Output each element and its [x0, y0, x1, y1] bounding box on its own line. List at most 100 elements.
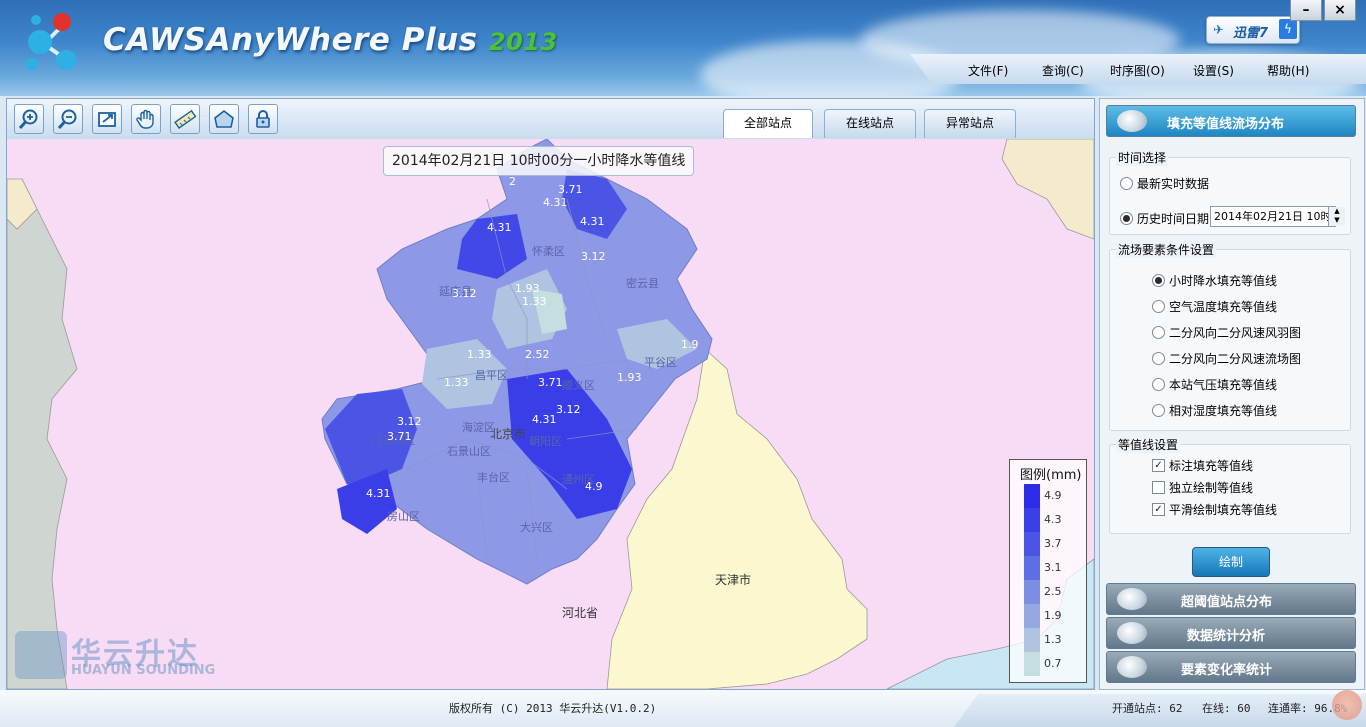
radio-element-option[interactable]	[1152, 404, 1165, 417]
legend-title: 图例(mm)	[1020, 468, 1082, 483]
menu-timeseries[interactable]: 时序图(O)	[1110, 62, 1165, 79]
minimize-button[interactable]: –	[1290, 0, 1322, 21]
radio-element-option[interactable]	[1152, 300, 1165, 313]
menu-query[interactable]: 查询(C)	[1042, 62, 1084, 79]
tab-online-stations[interactable]: 在线站点	[824, 109, 916, 138]
radio-element-label: 本站气压填充等值线	[1169, 378, 1278, 392]
contour-value: 4.31	[532, 413, 557, 426]
legend-value: 0.7	[1044, 657, 1062, 670]
thunder-badge[interactable]: ✈ 迅雷7 ϟ	[1206, 16, 1300, 44]
legend-item: 1.9	[1024, 604, 1082, 628]
place-label: 石景山区	[447, 445, 491, 458]
section-threshold-stations[interactable]: 超阈值站点分布	[1106, 583, 1356, 615]
map-toolbar: 全部站点 在线站点 异常站点	[7, 99, 1094, 140]
radio-history-label: 历史时间日期	[1137, 212, 1210, 226]
copyright-text: 版权所有 (C) 2013 华云升达(V1.0.2)	[449, 702, 657, 715]
pan-hand-icon[interactable]	[131, 104, 161, 134]
place-label: 北京市	[490, 426, 526, 441]
place-label: 河北省	[562, 606, 598, 620]
section-data-statistics[interactable]: 数据统计分析	[1106, 617, 1356, 649]
contour-value: 3.71	[538, 376, 563, 389]
contour-value: 4.31	[580, 215, 605, 228]
app-title: CAWSAnyWhere Plus 2013	[103, 22, 558, 58]
checkbox-label: 平滑绘制填充等值线	[1169, 503, 1278, 517]
contour-value: 1.93	[515, 282, 540, 295]
watermark-en: HUAYUN SOUNDING	[71, 663, 216, 678]
legend-swatch	[1024, 604, 1040, 628]
legend-value: 3.1	[1044, 561, 1062, 574]
app-title-text: CAWSAnyWhere Plus	[103, 22, 478, 58]
contour-value: 1.33	[467, 348, 492, 361]
map-title: 2014年02月21日 10时00分一小时降水等值线	[383, 146, 695, 176]
zoom-in-icon[interactable]	[14, 104, 44, 134]
ruler-icon[interactable]	[170, 104, 200, 134]
tab-abnormal-stations[interactable]: 异常站点	[924, 109, 1016, 138]
section-contour-flow[interactable]: 填充等值线流场分布	[1106, 105, 1356, 137]
contour-value: 3.71	[387, 430, 412, 443]
radio-element-option[interactable]	[1152, 326, 1165, 339]
radio-element-option[interactable]	[1152, 378, 1165, 391]
contour-value: 4.31	[366, 487, 391, 500]
watermark-logo-icon	[15, 631, 67, 679]
close-button[interactable]: ×	[1324, 0, 1356, 21]
contour-value: 3.12	[452, 287, 477, 300]
menu-help[interactable]: 帮助(H)	[1267, 62, 1309, 79]
legend-value: 2.5	[1044, 585, 1062, 598]
time-group-title: 时间选择	[1116, 149, 1169, 166]
swirl-icon	[1117, 110, 1147, 132]
place-label: 海淀区	[462, 420, 495, 434]
radio-element-label: 二分风向二分风速流场图	[1169, 352, 1302, 366]
radio-latest[interactable]	[1120, 177, 1133, 190]
radio-element-label: 空气温度填充等值线	[1169, 300, 1278, 314]
contour-value: 1.33	[522, 295, 547, 308]
home-icon[interactable]	[209, 104, 239, 134]
checkbox-label-contour[interactable]: ✓	[1152, 459, 1165, 472]
place-label: 密云县	[626, 276, 659, 290]
place-label: 大兴区	[520, 520, 553, 534]
checkbox-smooth-contour[interactable]: ✓	[1152, 503, 1165, 516]
legend-item: 1.3	[1024, 628, 1082, 652]
contour-value: 1.9	[681, 338, 699, 351]
place-label: 房山区	[387, 510, 420, 523]
legend-value: 4.9	[1044, 489, 1062, 502]
map-panel: 全部站点 在线站点 异常站点 天津市 河北省 北京市 昌平区 平谷区 密云县 顺…	[6, 98, 1095, 690]
resize-grip-icon[interactable]	[1332, 690, 1362, 720]
bird-icon: ✈	[1213, 23, 1224, 38]
radio-history[interactable]	[1120, 212, 1133, 225]
legend-value: 1.9	[1044, 609, 1062, 622]
zoom-out-icon[interactable]	[53, 104, 83, 134]
menu-settings[interactable]: 设置(S)	[1193, 62, 1234, 79]
swirl-icon	[1117, 588, 1147, 610]
legend-item: 3.1	[1024, 556, 1082, 580]
checkbox-independent-contour[interactable]	[1152, 481, 1165, 494]
checkbox-label: 独立绘制等值线	[1169, 481, 1254, 495]
place-label: 丰台区	[477, 470, 510, 484]
section-change-rate[interactable]: 要素变化率统计	[1106, 651, 1356, 683]
app-title-year: 2013	[488, 28, 558, 56]
lock-icon[interactable]	[248, 104, 278, 134]
checkbox-label: 标注填充等值线	[1169, 459, 1254, 473]
menu-file[interactable]: 文件(F)	[968, 62, 1008, 79]
radio-element-label: 小时降水填充等值线	[1169, 274, 1278, 288]
draw-button[interactable]: 绘制	[1192, 547, 1270, 577]
place-label: 昌平区	[475, 369, 508, 382]
history-date-input[interactable]: 2014年02月21日 10时	[1210, 206, 1336, 227]
radio-element-option[interactable]	[1152, 274, 1165, 287]
place-label: 天津市	[715, 572, 751, 587]
legend-item: 2.5	[1024, 580, 1082, 604]
place-label: 平谷区	[644, 356, 677, 369]
radio-element-label: 二分风向二分风速风羽图	[1169, 326, 1302, 340]
radio-element-option[interactable]	[1152, 352, 1165, 365]
date-spinner[interactable]: ▲ ▼	[1328, 207, 1345, 226]
full-extent-icon[interactable]	[92, 104, 122, 134]
radio-latest-label: 最新实时数据	[1137, 177, 1210, 191]
swirl-icon	[1117, 656, 1147, 678]
radio-element-label: 相对湿度填充等值线	[1169, 404, 1278, 418]
legend-swatch	[1024, 508, 1040, 532]
map-legend: 图例(mm) 4.9 4.3 3.7 3.1 2.5 1.9 1.3 0.7	[1009, 459, 1087, 683]
contour-value: 3.12	[397, 415, 422, 428]
contour-value: 3.12	[556, 403, 581, 416]
contour-value: 3.71	[558, 183, 583, 196]
tab-all-stations[interactable]: 全部站点	[723, 109, 813, 138]
contour-map[interactable]: 天津市 河北省 北京市 昌平区 平谷区 密云县 顺义区 通州区 大兴区 房山区 …	[7, 139, 1094, 689]
